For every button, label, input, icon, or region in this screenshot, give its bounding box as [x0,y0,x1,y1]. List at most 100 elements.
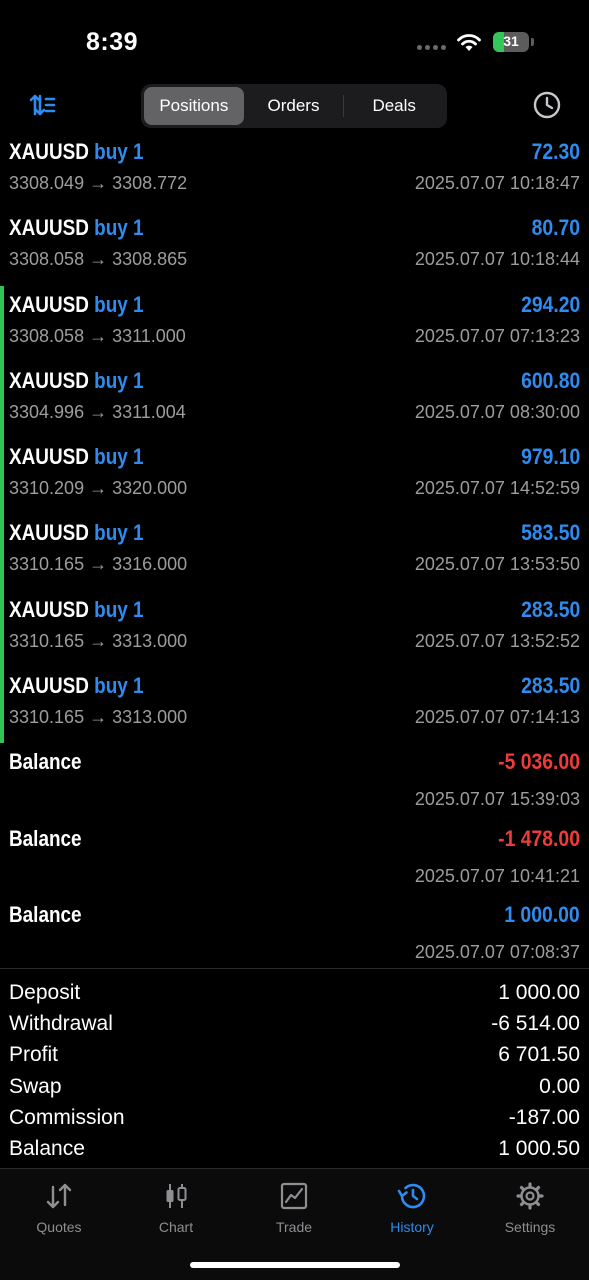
balance-amount: -1 478.00 [498,825,580,851]
deal-prices: 3308.058 → 3311.000 [9,325,186,346]
symbol-text: XAUUSD [9,291,89,317]
deal-side: buy 1 [94,291,144,317]
deal-time: 2025.07.07 10:18:47 [414,173,580,193]
deal-side: buy 1 [94,673,144,699]
symbol-text: XAUUSD [9,139,89,164]
symbol-text: XAUUSD [9,596,89,622]
tab-history[interactable]: History [362,1181,462,1235]
balance-row[interactable]: Balance -5 036.00 2025.07.07 15:39:03 [0,743,589,819]
deal-symbol: XAUUSD buy 1 [9,597,144,623]
deal-profit: 80.70 [531,215,580,241]
deal-symbol: XAUUSD buy 1 [9,444,144,470]
summary-value: 1 000.50 [498,1137,580,1161]
tab-chart[interactable]: Chart [126,1181,226,1235]
history-icon [397,1183,426,1209]
battery-icon: 31 [493,32,529,52]
sort-icon[interactable] [27,90,57,120]
deal-side: buy 1 [94,215,144,241]
symbol-text: XAUUSD [9,367,89,393]
deal-time: 2025.07.07 10:18:44 [414,249,580,270]
history-header: Positions Orders Deals [0,82,589,128]
deal-profit: 583.50 [520,520,580,546]
wifi-icon [457,34,481,51]
status-bar: 8:39 31 [0,0,589,80]
deal-row[interactable]: XAUUSD buy 1 583.50 3310.165 → 3316.000 20… [0,514,589,592]
tab-quotes[interactable]: Quotes [9,1181,109,1235]
tab-orders[interactable]: Orders [244,87,344,125]
deal-prices: 3310.165 → 3313.000 [9,630,188,651]
status-time: 8:39 [86,28,139,56]
deal-side: buy 1 [94,520,144,546]
deal-prices: 3310.209 → 3320.000 [9,478,188,499]
summary-swap: Swap 0.00 [9,1071,580,1102]
deal-profit: 979.10 [520,444,580,470]
balance-time: 2025.07.07 15:39:03 [414,789,580,810]
tab-deals[interactable]: Deals [344,87,444,125]
deal-time: 2025.07.07 07:14:13 [414,707,580,728]
balance-label: Balance [9,749,82,775]
summary-label: Withdrawal [9,1011,113,1035]
deal-row[interactable]: XAUUSD buy 1 80.70 3308.058 → 3308.865 202… [0,209,589,285]
symbol-text: XAUUSD [9,520,89,546]
home-indicator [190,1262,400,1268]
deal-prices: 3310.165 → 3313.000 [9,707,188,728]
deal-time: 2025.07.07 14:52:59 [414,478,580,499]
summary-label: Deposit [9,980,81,1004]
tab-trade-label: Trade [275,1219,313,1235]
deal-prices: 3308.058 → 3308.865 [9,249,188,270]
balance-row[interactable]: Balance 1 000.00 2025.07.07 07:08:37 [0,896,589,972]
balance-amount: 1 000.00 [504,901,580,927]
deal-time: 2025.07.07 08:30:00 [414,401,580,422]
balance-label: Balance [9,901,82,927]
deal-profit: 600.80 [520,367,580,393]
deal-prices: 3304.996 → 3311.004 [9,401,186,422]
deal-row[interactable]: XAUUSD buy 1 294.20 3308.058 → 3311.000 20… [0,285,589,363]
tab-positions[interactable]: Positions [144,87,244,125]
clock-history-icon[interactable] [532,90,562,120]
deal-row[interactable]: XAUUSD buy 1 979.10 3310.209 → 3320.000 20… [0,438,589,515]
deal-time: 2025.07.07 07:13:23 [414,325,580,346]
summary-balance: Balance 1 000.50 [9,1133,580,1164]
symbol-text: XAUUSD [9,673,89,699]
summary-label: Commission [9,1105,125,1129]
deal-row[interactable]: XAUUSD buy 1 283.50 3310.165 → 3313.000 20… [0,667,589,744]
battery-cap [531,38,534,46]
summary-label: Balance [9,1137,85,1161]
deal-profit: 283.50 [520,596,580,622]
deals-list: XAUUSD buy 1 72.30 3308.049 → 3308.772 202… [0,133,589,972]
deal-row[interactable]: XAUUSD buy 1 283.50 3310.165 → 3313.000 20… [0,590,589,668]
summary-value: -187.00 [508,1105,580,1129]
deal-symbol: XAUUSD buy 1 [9,368,144,394]
deal-symbol: XAUUSD buy 1 [9,139,144,165]
deal-time: 2025.07.07 13:52:52 [414,630,580,651]
tab-trade[interactable]: Trade [244,1181,344,1235]
candlestick-chart-icon [166,1184,187,1208]
deal-row[interactable]: XAUUSD buy 1 600.80 3304.996 → 3311.004 20… [0,361,589,439]
deal-side: buy 1 [94,444,144,470]
gear-icon [516,1182,544,1210]
deal-prices: 3308.049 → 3308.772 [9,173,188,193]
deal-row[interactable]: XAUUSD buy 1 72.30 3308.049 → 3308.772 202… [0,133,589,209]
deal-prices: 3310.165 → 3316.000 [9,554,188,575]
summary-profit: Profit 6 701.50 [9,1040,580,1071]
deal-profit: 283.50 [520,673,580,699]
trade-line-chart-icon [280,1182,308,1210]
deal-side: buy 1 [94,139,144,164]
balance-row[interactable]: Balance -1 478.00 2025.07.07 10:41:21 [0,820,589,896]
tab-settings[interactable]: Settings [480,1181,580,1235]
balance-time: 2025.07.07 07:08:37 [414,941,580,962]
balance-time: 2025.07.07 10:41:21 [414,865,580,886]
balance-label: Balance [9,825,82,851]
quotes-arrows-icon [46,1183,72,1209]
deal-symbol: XAUUSD buy 1 [9,215,144,241]
symbol-text: XAUUSD [9,444,89,470]
deal-profit: 294.20 [520,291,580,317]
summary-value: -6 514.00 [491,1011,580,1035]
deal-side: buy 1 [94,596,144,622]
deal-side: buy 1 [94,367,144,393]
summary-label: Swap [9,1074,62,1098]
summary-withdrawal: Withdrawal -6 514.00 [9,1008,580,1039]
tab-settings-label: Settings [504,1219,556,1235]
battery-percent: 31 [503,33,519,49]
summary-deposit: Deposit 1 000.00 [9,977,580,1008]
